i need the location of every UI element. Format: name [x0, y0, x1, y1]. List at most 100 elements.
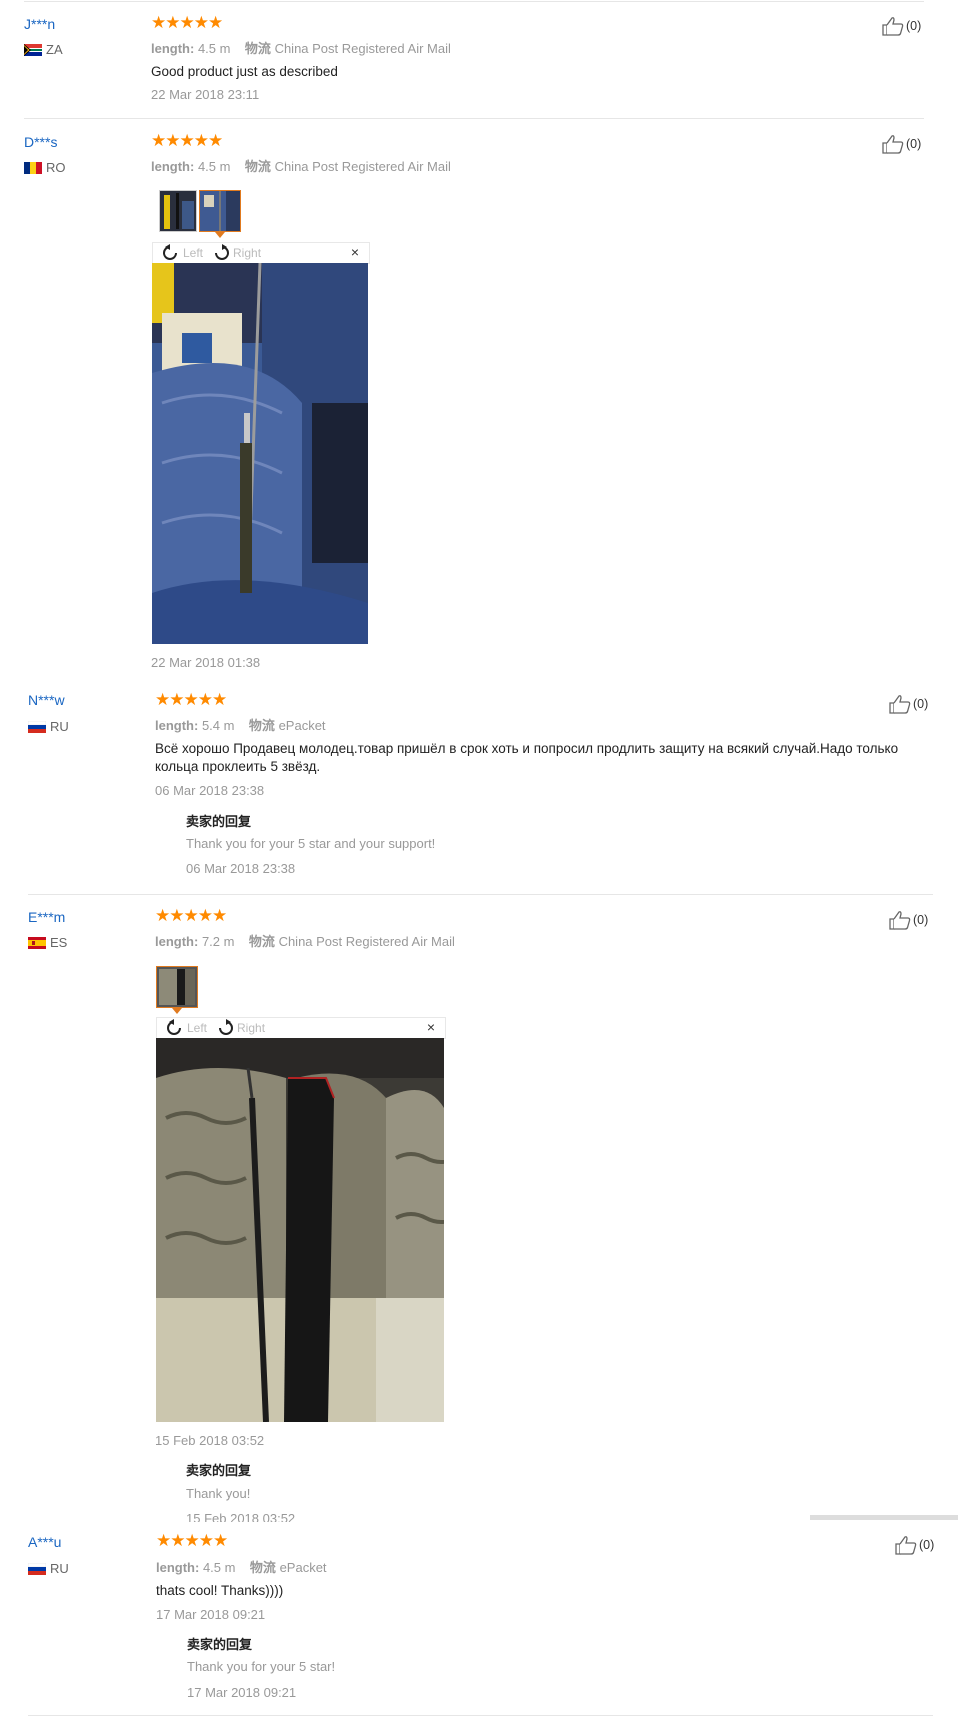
length-label: length: [156, 1560, 200, 1575]
seller-reply-text: Thank you for your 5 star! [187, 1659, 336, 1674]
country-code: ES [50, 935, 68, 950]
length-label: length: [151, 159, 195, 174]
rotate-left-label: Left [187, 1021, 208, 1035]
photo-thumbnail[interactable] [159, 190, 197, 232]
rotate-left-label: Left [183, 246, 204, 260]
selected-thumb-pointer [172, 1008, 182, 1014]
feedback-text: Всё хорошо Продавец молодец.товар пришёл… [155, 741, 899, 774]
seller-reply-date: 15 Feb 2018 03:52 [186, 1511, 296, 1522]
reviewer-country: RU [28, 1561, 69, 1576]
flag-ru-icon [28, 1562, 46, 1575]
reviewer-name[interactable]: A***u [28, 1534, 61, 1550]
seller-reply-title: 卖家的回复 [186, 814, 252, 829]
logistics-label: 物流 [249, 1560, 276, 1575]
reviewer-country: RU [28, 719, 69, 734]
like-count: (0) [913, 697, 929, 711]
reviewer-name[interactable]: J***n [24, 16, 55, 32]
review-date: 22 Mar 2018 23:11 [151, 87, 260, 102]
order-info: length: 4.5 m 物流 China Post Registered A… [151, 38, 451, 57]
reviewer-name[interactable]: E***m [28, 909, 65, 925]
seller-reply-date: 17 Mar 2018 09:21 [187, 1685, 297, 1700]
order-info: length: 5.4 m 物流 ePacket [155, 715, 326, 734]
selected-thumb-pointer [215, 232, 225, 238]
logistics-label: 物流 [248, 934, 275, 949]
rotate-left-button[interactable]: Left [161, 244, 203, 262]
rotate-right-label: Right [233, 246, 262, 260]
close-viewer-button[interactable]: × [427, 1019, 435, 1035]
photo-viewer-toolbar: Left Right × [152, 242, 370, 264]
star-rating: ★★★★★ [151, 131, 223, 150]
star-rating: ★★★★★ [155, 690, 227, 709]
divider [24, 1, 924, 2]
logistics-value: China Post Registered Air Mail [274, 41, 451, 56]
photo-thumbnail-selected[interactable] [199, 190, 241, 232]
rotate-right-icon [219, 1019, 233, 1035]
length-label: length: [151, 41, 195, 56]
length-value: 4.5 m [197, 159, 231, 174]
rotate-right-icon [215, 244, 229, 260]
star-rating: ★★★★★ [151, 13, 223, 32]
reviewer-country: RO [24, 160, 66, 175]
flag-za-icon [24, 43, 42, 56]
rotate-left-button[interactable]: Left [165, 1019, 207, 1037]
photo-thumbnail-selected[interactable] [156, 966, 198, 1008]
rotate-right-label: Right [237, 1021, 266, 1035]
divider [28, 894, 933, 895]
like-count: (0) [913, 913, 929, 927]
country-code: RO [46, 160, 66, 175]
review-date: 15 Feb 2018 03:52 [155, 1433, 265, 1448]
logistics-value: China Post Registered Air Mail [274, 159, 451, 174]
thumbs-up-icon [889, 911, 911, 930]
thumbs-up-icon [882, 17, 904, 36]
like-count: (0) [906, 137, 922, 151]
rotate-right-button[interactable]: Right [211, 244, 261, 262]
length-value: 4.5 m [197, 41, 231, 56]
country-code: ZA [46, 42, 63, 57]
divider [28, 1715, 933, 1716]
review-date: 06 Mar 2018 23:38 [155, 783, 265, 798]
rotate-left-icon [167, 1019, 181, 1035]
length-value: 5.4 m [201, 718, 235, 733]
logistics-value: China Post Registered Air Mail [278, 934, 455, 949]
helpful-button[interactable]: (0) [882, 134, 921, 154]
horizontal-scrollbar[interactable] [810, 1515, 958, 1520]
logistics-label: 物流 [248, 718, 275, 733]
reviewer-name[interactable]: D***s [24, 134, 57, 150]
flag-ro-icon [24, 161, 42, 174]
reviewer-country: ZA [24, 42, 63, 57]
feedback-text: Good product just as described [151, 64, 338, 79]
logistics-value: ePacket [278, 718, 326, 733]
logistics-value: ePacket [279, 1560, 327, 1575]
photo-viewer-toolbar: Left Right × [156, 1017, 446, 1039]
helpful-button[interactable]: (0) [895, 1535, 934, 1555]
close-viewer-button[interactable]: × [351, 244, 359, 260]
helpful-button[interactable]: (0) [889, 910, 928, 930]
helpful-button[interactable]: (0) [882, 16, 921, 36]
thumbs-up-icon [889, 695, 911, 714]
country-code: RU [50, 1561, 69, 1576]
rotate-left-icon [163, 244, 177, 260]
rotate-right-button[interactable]: Right [215, 1019, 265, 1037]
helpful-button[interactable]: (0) [889, 694, 928, 714]
divider [24, 118, 924, 119]
seller-reply-title: 卖家的回复 [187, 1637, 253, 1652]
star-rating: ★★★★★ [155, 906, 227, 925]
thumbs-up-icon [895, 1536, 917, 1555]
review-date: 17 Mar 2018 09:21 [156, 1607, 266, 1622]
like-count: (0) [906, 19, 922, 33]
length-value: 7.2 m [201, 934, 235, 949]
logistics-label: 物流 [244, 159, 271, 174]
review-photo [152, 263, 368, 644]
length-label: length: [155, 934, 199, 949]
review-date: 22 Mar 2018 01:38 [151, 655, 261, 670]
reviewer-name[interactable]: N***w [28, 692, 65, 708]
like-count: (0) [919, 1538, 935, 1552]
seller-reply-text: Thank you! [186, 1486, 251, 1501]
order-info: length: 4.5 m 物流 China Post Registered A… [151, 156, 451, 175]
feedback-text: thats cool! Thanks)))) [156, 1583, 284, 1598]
logistics-label: 物流 [244, 41, 271, 56]
seller-reply-title: 卖家的回复 [186, 1463, 252, 1478]
flag-ru-icon [28, 720, 46, 733]
order-info: length: 4.5 m 物流 ePacket [156, 1557, 327, 1576]
seller-reply-text: Thank you for your 5 star and your suppo… [186, 836, 436, 851]
